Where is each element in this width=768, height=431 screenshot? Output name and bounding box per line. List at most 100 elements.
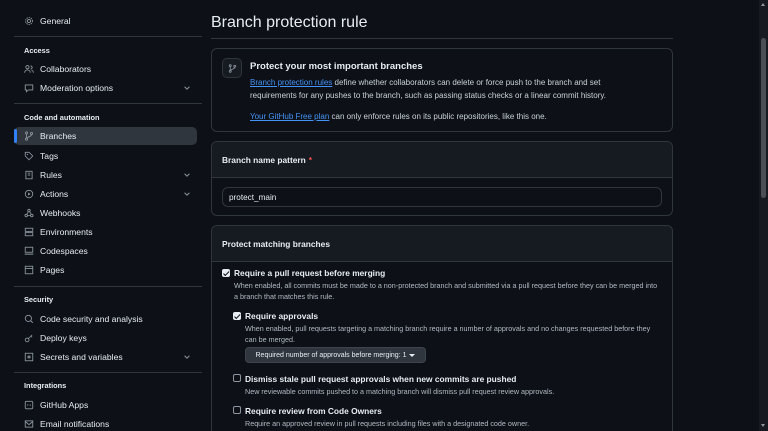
sidebar-divider [14, 286, 202, 287]
required-mark: * [308, 154, 313, 165]
sidebar-item-label: General [40, 16, 71, 26]
sidebar-item-collaborators[interactable]: Collaborators [14, 60, 197, 78]
info-title: Protect your most important branches [250, 61, 423, 72]
chevron-down-icon[interactable] [183, 84, 191, 92]
sidebar-item-label: Tags [40, 151, 59, 161]
key-asterisk-icon [24, 352, 34, 362]
branch-pattern-box: Branch name pattern * [211, 141, 673, 216]
info-box: Protect your most important branches Bra… [211, 48, 673, 132]
sidebar-item-label: Secrets and variables [40, 352, 123, 362]
sidebar-item-secrets[interactable]: Secrets and variables [14, 348, 197, 366]
require-approvals-title[interactable]: Require approvals [245, 311, 318, 321]
sidebar-divider [14, 36, 202, 37]
codescan-icon [24, 314, 34, 324]
code-owners-description: Require an approved review in pull reque… [245, 419, 530, 428]
require-pr-checkbox[interactable] [222, 269, 230, 277]
protect-branches-header: Protect matching branches [212, 226, 672, 262]
apps-icon [24, 400, 34, 410]
webhook-icon [24, 208, 34, 218]
code-owners-checkbox[interactable] [233, 406, 241, 414]
sidebar-item-codespaces[interactable]: Codespaces [14, 242, 197, 260]
protect-branches-title: Protect matching branches [222, 238, 330, 249]
sidebar-item-label: Branches [40, 131, 77, 141]
chevron-down-icon[interactable] [183, 171, 191, 179]
sidebar-item-actions[interactable]: Actions [14, 185, 197, 203]
git-branch-icon [222, 58, 242, 78]
require-pr-description: When enabled, all commits must be made t… [234, 280, 657, 302]
sidebar-item-moderation[interactable]: Moderation options [14, 79, 197, 97]
codespaces-icon [24, 246, 34, 256]
page-scrollbar[interactable] [759, 0, 768, 431]
sidebar-item-label: Code security and analysis [40, 314, 143, 324]
sidebar-item-label: Environments [40, 227, 93, 237]
play-circle-icon [24, 189, 34, 199]
sidebar-item-code-security[interactable]: Code security and analysis [14, 310, 197, 328]
sidebar-item-label: Collaborators [40, 64, 92, 74]
branch-pattern-header: Branch name pattern * [212, 142, 672, 178]
require-approvals-description: When enabled, pull requests targeting a … [245, 323, 650, 345]
sidebar-heading-code: Code and automation [24, 113, 100, 122]
dismiss-stale-title[interactable]: Dismiss stale pull request approvals whe… [245, 374, 516, 384]
scroll-up-arrow-icon[interactable] [761, 3, 765, 6]
sidebar-item-label: Deploy keys [40, 333, 87, 343]
require-approvals-desc-1: When enabled, pull requests targeting a … [245, 324, 651, 333]
sidebar-item-label: Codespaces [40, 246, 88, 256]
sidebar-divider [14, 103, 202, 104]
sidebar-item-email-notifications[interactable]: Email notifications [14, 415, 197, 431]
people-icon [24, 64, 34, 74]
sidebar-item-label: Webhooks [40, 208, 81, 218]
sidebar-heading-access: Access [24, 46, 50, 55]
sidebar-item-general[interactable]: General [14, 12, 197, 30]
tag-icon [24, 151, 34, 161]
comment-icon [24, 83, 34, 93]
server-icon [24, 227, 34, 237]
sidebar-item-label: GitHub Apps [40, 400, 89, 410]
sidebar-item-label: Rules [40, 170, 62, 180]
settings-sidebar: General Access Collaborators Moderation … [0, 0, 206, 431]
sidebar-item-label: Email notifications [40, 419, 110, 429]
title-divider [211, 38, 673, 39]
scrollbar-thumb[interactable] [761, 38, 766, 198]
caret-down-icon [409, 353, 416, 357]
dismiss-stale-description: New reviewable commits pushed to a match… [245, 387, 555, 396]
scroll-down-arrow-icon[interactable] [761, 424, 765, 427]
require-approvals-checkbox[interactable] [233, 312, 241, 320]
require-approvals-desc-2: can be merged. [245, 335, 295, 344]
branch-pattern-label: Branch name pattern [222, 154, 306, 165]
sidebar-item-environments[interactable]: Environments [14, 223, 197, 241]
chevron-down-icon[interactable] [183, 190, 191, 198]
info-plan-note: Your GitHub Free plan can only enforce r… [250, 110, 547, 123]
sidebar-item-label: Pages [40, 265, 65, 275]
sidebar-item-deploy-keys[interactable]: Deploy keys [14, 329, 197, 347]
sidebar-divider [14, 372, 202, 373]
page-title: Branch protection rule [211, 14, 368, 31]
dismiss-stale-checkbox[interactable] [233, 374, 241, 382]
browser-icon [24, 265, 34, 275]
sidebar-item-github-apps[interactable]: GitHub Apps [14, 396, 197, 414]
git-branch-icon [24, 131, 34, 141]
mail-icon [24, 419, 34, 429]
github-free-plan-link[interactable]: Your GitHub Free plan [250, 112, 329, 121]
info-text-1: define whether collaborators can delete … [332, 78, 601, 87]
sidebar-item-pages[interactable]: Pages [14, 261, 197, 279]
chevron-down-icon[interactable] [183, 353, 191, 361]
required-approvals-label: Required number of approvals before merg… [255, 351, 407, 359]
sidebar-item-label: Moderation options [40, 83, 114, 93]
require-pr-title[interactable]: Require a pull request before merging [234, 268, 385, 278]
code-owners-title[interactable]: Require review from Code Owners [245, 406, 382, 416]
info-description: Branch protection rules define whether c… [250, 76, 606, 102]
sidebar-item-webhooks[interactable]: Webhooks [14, 204, 197, 222]
sidebar-item-tags[interactable]: Tags [14, 147, 197, 165]
sidebar-item-branches[interactable]: Branches [14, 127, 197, 145]
info-text-3: can only enforce rules on its public rep… [329, 112, 547, 121]
gear-icon [24, 16, 34, 26]
repo-push-icon [24, 170, 34, 180]
branch-protection-rules-link[interactable]: Branch protection rules [250, 78, 332, 87]
sidebar-item-rules[interactable]: Rules [14, 166, 197, 184]
require-pr-desc-2: a branch that matches this rule. [234, 292, 335, 301]
sidebar-item-label: Actions [40, 189, 69, 199]
required-approvals-select[interactable]: Required number of approvals before merg… [245, 347, 426, 363]
sidebar-heading-integrations: Integrations [24, 381, 67, 390]
key-icon [24, 333, 34, 343]
branch-pattern-input[interactable] [222, 187, 662, 207]
